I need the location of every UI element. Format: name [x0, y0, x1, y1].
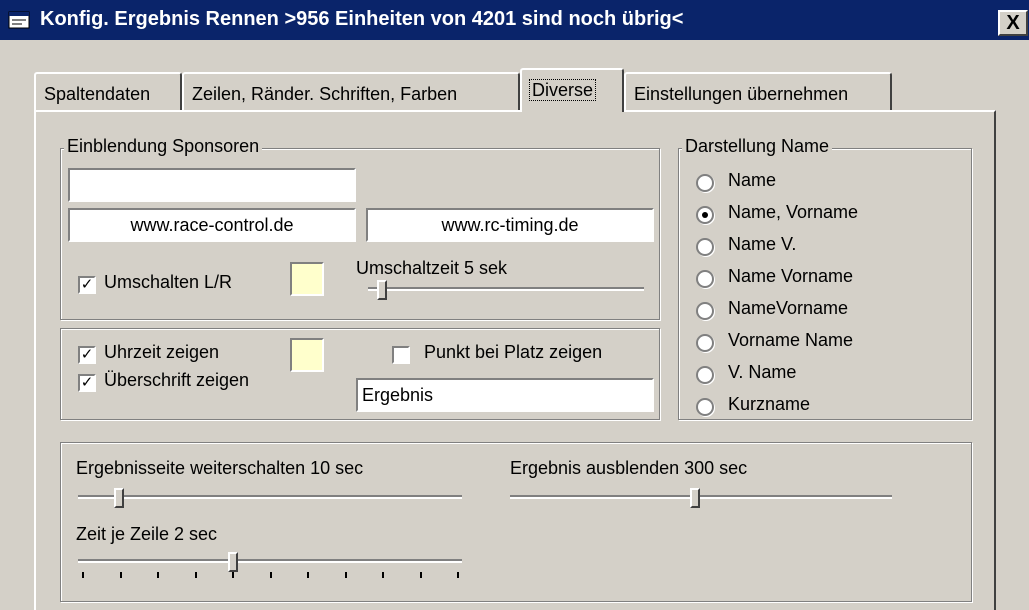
radio-kurzname[interactable] — [696, 398, 714, 416]
radio-label: NameVorname — [728, 298, 849, 318]
clock-color-swatch[interactable] — [290, 338, 324, 372]
switch-time-track[interactable] — [368, 287, 644, 291]
check-icon: ✓ — [80, 346, 94, 363]
tab-label: Spaltendaten — [44, 84, 151, 104]
tab-diverse[interactable]: Diverse — [520, 68, 624, 112]
heading-label: Überschrift zeigen — [104, 370, 250, 390]
switch-time-label: Umschaltzeit 5 sek — [356, 258, 508, 278]
sponsors-group-label: Einblendung Sponsoren — [64, 136, 263, 157]
switch-time-slider-thumb[interactable] — [377, 280, 387, 300]
tab-zeilen-raender[interactable]: Zeilen, Ränder. Schriften, Farben — [182, 72, 520, 110]
clock-label: Uhrzeit zeigen — [104, 342, 220, 362]
slider-tick — [194, 572, 197, 578]
slider-tick — [457, 572, 459, 578]
slider-tick — [419, 572, 422, 578]
sponsor-left-field[interactable]: www.race-control.de — [68, 208, 356, 242]
close-button[interactable]: X — [998, 10, 1028, 36]
radio-label: Name — [728, 170, 777, 190]
tab-spaltendaten[interactable]: Spaltendaten — [34, 72, 182, 110]
radio-name-v[interactable] — [696, 238, 714, 256]
toggle-lr-label: Umschalten L/R — [104, 272, 233, 292]
slider-tick — [157, 572, 159, 578]
sponsor-top-field[interactable] — [68, 168, 356, 202]
tab-label: Diverse — [528, 79, 597, 101]
radio-label: Name V. — [728, 234, 797, 254]
tab-label: Zeilen, Ränder. Schriften, Farben — [192, 84, 458, 104]
slider-tick — [344, 572, 347, 578]
check-icon: ✓ — [80, 276, 94, 293]
radio-vorname-name[interactable] — [696, 334, 714, 352]
page-advance-track[interactable] — [78, 495, 462, 499]
radio-label: V. Name — [728, 362, 797, 382]
check-icon: ✓ — [80, 374, 94, 391]
radio-namevorname[interactable] — [696, 302, 714, 320]
line-time-track[interactable] — [78, 559, 462, 563]
radio-label: Kurzname — [728, 394, 811, 414]
radio-label: Name, Vorname — [728, 202, 859, 222]
radio-name-vorname[interactable] — [696, 206, 714, 224]
slider-tick — [82, 572, 84, 578]
radio-name-space-vorname[interactable] — [696, 270, 714, 288]
app-icon — [8, 11, 30, 29]
dot-checkbox[interactable] — [392, 346, 410, 364]
tab-einstellungen-uebernehmen[interactable]: Einstellungen übernehmen — [624, 72, 892, 110]
slider-tick — [119, 572, 122, 578]
radio-label: Name Vorname — [728, 266, 854, 286]
line-time-slider-thumb[interactable] — [228, 552, 238, 572]
name-format-group-label: Darstellung Name — [682, 136, 833, 157]
dot-label: Punkt bei Platz zeigen — [424, 342, 603, 362]
hide-result-slider-thumb[interactable] — [690, 488, 700, 508]
hide-result-track[interactable] — [510, 495, 892, 499]
toggle-lr-checkbox[interactable]: ✓ — [78, 276, 96, 294]
tab-label: Einstellungen übernehmen — [634, 84, 849, 104]
page-advance-slider-thumb[interactable] — [114, 488, 124, 508]
slider-tick — [382, 572, 384, 578]
window-title: Konfig. Ergebnis Rennen >956 Einheiten v… — [40, 8, 684, 30]
close-icon: X — [1006, 12, 1020, 34]
radio-name[interactable] — [696, 174, 714, 192]
radio-v-name[interactable] — [696, 366, 714, 384]
page-advance-label: Ergebnisseite weiterschalten 10 sec — [76, 458, 364, 478]
sponsor-right-field[interactable]: www.rc-timing.de — [366, 208, 654, 242]
heading-text-field[interactable]: Ergebnis — [356, 378, 654, 412]
hide-result-label: Ergebnis ausblenden 300 sec — [510, 458, 748, 478]
sponsor-color-swatch[interactable] — [290, 262, 324, 296]
radio-label: Vorname Name — [728, 330, 854, 350]
clock-checkbox[interactable]: ✓ — [78, 346, 96, 364]
line-time-label: Zeit je Zeile 2 sec — [76, 524, 218, 544]
slider-tick — [269, 572, 272, 578]
heading-checkbox[interactable]: ✓ — [78, 374, 96, 392]
slider-tick — [232, 572, 234, 578]
slider-tick — [307, 572, 309, 578]
title-bar[interactable]: Konfig. Ergebnis Rennen >956 Einheiten v… — [0, 0, 1029, 40]
